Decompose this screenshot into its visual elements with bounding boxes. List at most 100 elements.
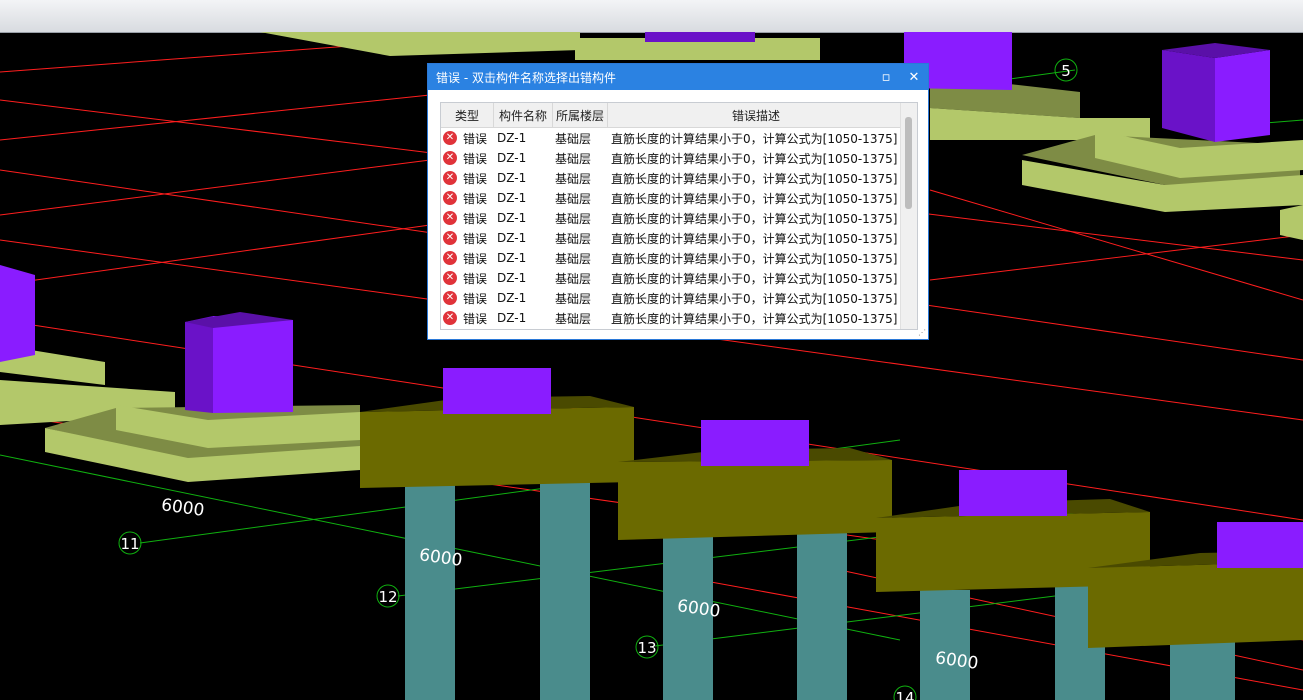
error-icon: ✕ (443, 151, 457, 165)
row-type-cell: ✕ 错误 (441, 150, 493, 167)
row-description: 直筋长度的计算结果小于0，计算公式为[1050-1375] (611, 191, 898, 206)
axis-label-12: 12 (376, 584, 400, 608)
row-component-name[interactable]: DZ-1 (493, 151, 551, 165)
row-description: 直筋长度的计算结果小于0，计算公式为[1050-1375] (611, 131, 898, 146)
column-header-description[interactable]: 错误描述 (608, 103, 905, 127)
row-floor: 基础层 (555, 251, 592, 266)
pile-4a (1170, 640, 1235, 700)
error-icon: ✕ (443, 211, 457, 225)
axis-label-11-text: 11 (120, 535, 139, 553)
table-row[interactable]: ✕ 错误 DZ-1 基础层 直筋长度的计算结果小于0，计算公式为[1050-1375] (441, 148, 901, 168)
cap-2-front (618, 460, 892, 540)
row-component-name[interactable]: DZ-1 (493, 131, 551, 145)
row-type-cell: ✕ 错误 (441, 270, 493, 287)
pile-2b (797, 530, 847, 700)
error-icon: ✕ (443, 291, 457, 305)
table-row[interactable]: ✕ 错误 DZ-1 基础层 直筋长度的计算结果小于0，计算公式为[1050-1375] (441, 128, 901, 148)
row-type-text: 错误 (463, 151, 488, 166)
column-header-floor[interactable]: 所属楼层 (553, 103, 608, 127)
row-floor: 基础层 (555, 211, 592, 226)
dialog-title-bar[interactable]: 错误 - 双击构件名称选择出错构件 ▫ ✕ (428, 64, 928, 90)
table-row[interactable]: ✕ 错误 DZ-1 基础层 直筋长度的计算结果小于0，计算公式为[1050-1375] (441, 188, 901, 208)
error-table[interactable]: 类型 构件名称 所属楼层 错误描述 ✕ 错误 DZ-1 基础层 直筋长度的计算结果小于0… (440, 102, 918, 330)
footing-edge-right (1280, 205, 1303, 240)
axis-label-12-text: 12 (378, 588, 397, 606)
row-description: 直筋长度的计算结果小于0，计算公式为[1050-1375] (611, 271, 898, 286)
row-floor: 基础层 (555, 231, 592, 246)
error-icon: ✕ (443, 231, 457, 245)
column-header-name[interactable]: 构件名称 (494, 103, 553, 127)
row-component-name[interactable]: DZ-1 (493, 291, 551, 305)
scrollbar-thumb[interactable] (905, 117, 912, 209)
column-cap-1 (443, 368, 551, 414)
error-icon: ✕ (443, 251, 457, 265)
row-component-name[interactable]: DZ-1 (493, 271, 551, 285)
row-floor: 基础层 (555, 271, 592, 286)
row-floor: 基础层 (555, 131, 592, 146)
column-cap-3 (959, 470, 1067, 516)
footing-top-left (260, 32, 580, 56)
row-type-cell: ✕ 错误 (441, 190, 493, 207)
row-type-cell: ✕ 错误 (441, 290, 493, 307)
column-left (0, 265, 35, 362)
row-component-name[interactable]: DZ-1 (493, 311, 551, 325)
row-description: 直筋长度的计算结果小于0，计算公式为[1050-1375] (611, 151, 898, 166)
axis-label-13-text: 13 (637, 639, 656, 657)
close-button[interactable]: ✕ (900, 64, 928, 90)
row-component-name[interactable]: DZ-1 (493, 191, 551, 205)
table-row[interactable]: ✕ 错误 DZ-1 基础层 直筋长度的计算结果小于0，计算公式为[1050-1375] (441, 228, 901, 248)
row-type-cell: ✕ 错误 (441, 210, 493, 227)
table-row[interactable]: ✕ 错误 DZ-1 基础层 直筋长度的计算结果小于0，计算公式为[1050-1375] (441, 248, 901, 268)
row-floor: 基础层 (555, 151, 592, 166)
axis-label-11: 11 (118, 531, 142, 555)
column-cap-2 (701, 420, 809, 466)
row-type-text: 错误 (463, 271, 488, 286)
table-row[interactable]: ✕ 错误 DZ-1 基础层 直筋长度的计算结果小于0，计算公式为[1050-1375] (441, 208, 901, 228)
column-top-mid (645, 32, 755, 42)
axis-label-14-text: 14 (895, 689, 914, 700)
top-toolbar (0, 0, 1303, 33)
row-floor: 基础层 (555, 291, 592, 306)
table-row[interactable]: ✕ 错误 DZ-1 基础层 直筋长度的计算结果小于0，计算公式为[1050-1375] (441, 288, 901, 308)
table-header: 类型 构件名称 所属楼层 错误描述 (441, 103, 917, 128)
error-icon: ✕ (443, 131, 457, 145)
row-type-text: 错误 (463, 231, 488, 246)
row-component-name[interactable]: DZ-1 (493, 171, 551, 185)
row-floor: 基础层 (555, 191, 592, 206)
row-type-text: 错误 (463, 251, 488, 266)
error-icon: ✕ (443, 171, 457, 185)
pile-1a (405, 480, 455, 700)
row-type-text: 错误 (463, 131, 488, 146)
cap-1-front (360, 407, 634, 488)
row-description: 直筋长度的计算结果小于0，计算公式为[1050-1375] (611, 211, 898, 226)
table-row[interactable]: ✕ 错误 DZ-1 基础层 直筋长度的计算结果小于0，计算公式为[1050-1375] (441, 168, 901, 188)
column-mid-left-front (213, 316, 293, 413)
resize-grip-icon[interactable]: ⋰ (918, 329, 926, 337)
vertical-scrollbar[interactable] (900, 103, 917, 329)
error-icon: ✕ (443, 191, 457, 205)
table-row[interactable]: ✕ 错误 DZ-1 基础层 直筋长度的计算结果小于0，计算公式为[1050-1375] (441, 308, 901, 328)
table-rows: ✕ 错误 DZ-1 基础层 直筋长度的计算结果小于0，计算公式为[1050-1375] ✕… (441, 128, 901, 328)
table-row[interactable]: ✕ 错误 DZ-1 基础层 直筋长度的计算结果小于0，计算公式为[1050-1375] (441, 268, 901, 288)
maximize-button[interactable]: ▫ (872, 64, 900, 90)
cap-4-front (1088, 562, 1303, 648)
axis-label-13: 13 (635, 635, 659, 659)
row-description: 直筋长度的计算结果小于0，计算公式为[1050-1375] (611, 311, 898, 326)
column-header-type[interactable]: 类型 (441, 103, 494, 127)
error-dialog[interactable]: 错误 - 双击构件名称选择出错构件 ▫ ✕ 类型 构件名称 所属楼层 错误描述 … (427, 63, 929, 340)
error-icon: ✕ (443, 311, 457, 325)
row-floor: 基础层 (555, 311, 592, 326)
axis-label-14: 14 (893, 685, 917, 700)
pile-3a (920, 590, 970, 700)
row-component-name[interactable]: DZ-1 (493, 251, 551, 265)
row-description: 直筋长度的计算结果小于0，计算公式为[1050-1375] (611, 251, 898, 266)
dimension-label-1: 6000 (160, 495, 206, 521)
row-type-cell: ✕ 错误 (441, 310, 493, 327)
row-type-text: 错误 (463, 211, 488, 226)
row-type-text: 错误 (463, 171, 488, 186)
row-description: 直筋长度的计算结果小于0，计算公式为[1050-1375] (611, 231, 898, 246)
row-component-name[interactable]: DZ-1 (493, 231, 551, 245)
row-type-text: 错误 (463, 291, 488, 306)
row-component-name[interactable]: DZ-1 (493, 211, 551, 225)
row-type-cell: ✕ 错误 (441, 130, 493, 147)
